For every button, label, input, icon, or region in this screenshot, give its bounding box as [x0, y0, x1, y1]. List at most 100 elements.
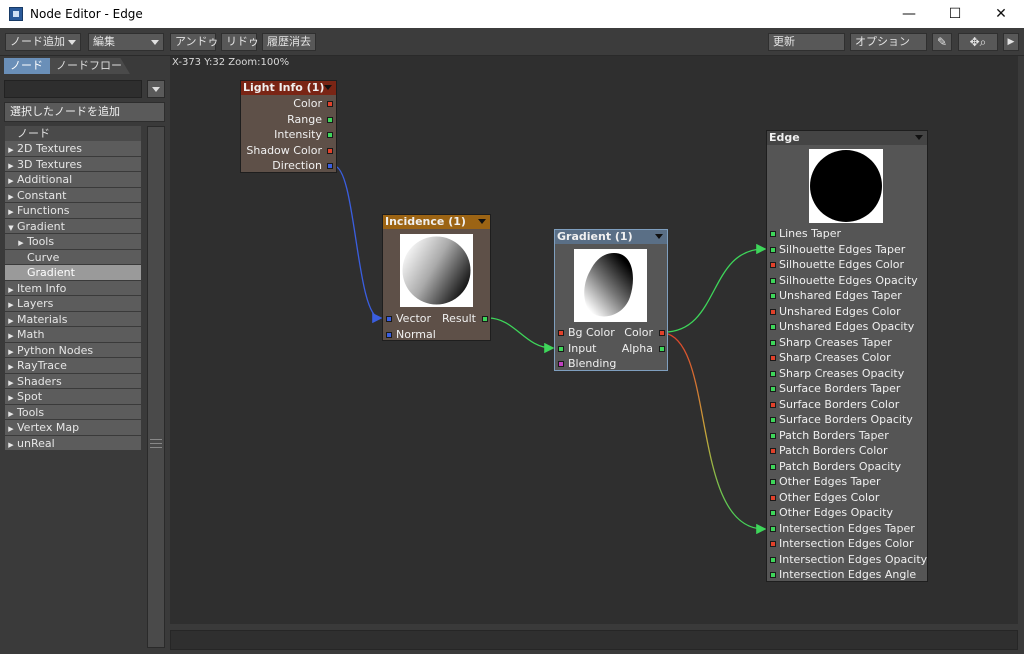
- undo-button[interactable]: アンドゥ: [170, 33, 219, 51]
- port-dot[interactable]: [770, 510, 776, 516]
- options-button[interactable]: オプション: [850, 33, 927, 51]
- port-dot[interactable]: [327, 101, 333, 107]
- port-dot[interactable]: [770, 293, 776, 299]
- tree-item[interactable]: Gradient: [5, 265, 141, 281]
- port-output[interactable]: Direction: [241, 158, 336, 174]
- port-dot[interactable]: [770, 262, 776, 268]
- port-dot[interactable]: [770, 401, 776, 408]
- zoom-icon[interactable]: ⌕: [980, 35, 987, 49]
- port-dot-color[interactable]: [659, 330, 665, 336]
- port-dot[interactable]: [770, 324, 776, 330]
- port-output[interactable]: Range: [241, 112, 336, 128]
- tree-item[interactable]: ▶ Constant: [5, 187, 141, 203]
- port-input[interactable]: Surface Borders Opacity: [767, 412, 927, 428]
- port-dot[interactable]: [770, 541, 776, 547]
- port-input[interactable]: Input Alpha: [555, 341, 667, 357]
- tree-scrollbar[interactable]: [147, 126, 165, 648]
- port-input[interactable]: Unshared Edges Taper: [767, 288, 927, 304]
- redo-button[interactable]: リドゥ: [221, 33, 259, 51]
- move-icon[interactable]: ✥: [970, 35, 980, 49]
- port-dot[interactable]: [770, 277, 776, 284]
- tree-item[interactable]: ▶ Layers: [5, 296, 141, 312]
- port-input[interactable]: Unshared Edges Opacity: [767, 319, 927, 335]
- light-info-node[interactable]: Light Info (1) Color Range Intensity Shadow…: [240, 80, 337, 173]
- port-input[interactable]: Patch Borders Taper: [767, 428, 927, 444]
- port-dot[interactable]: [770, 448, 776, 454]
- port-dot[interactable]: [770, 556, 776, 563]
- port-input[interactable]: Sharp Creases Taper: [767, 335, 927, 351]
- node-title[interactable]: Light Info (1): [241, 81, 336, 95]
- tree-item[interactable]: ▶ Tools: [5, 404, 141, 420]
- port-dot[interactable]: [386, 316, 392, 322]
- port-dot[interactable]: [770, 479, 776, 485]
- update-button[interactable]: 更新: [768, 33, 845, 51]
- port-dot[interactable]: [558, 345, 564, 352]
- port-dot[interactable]: [386, 331, 392, 338]
- node-search-input[interactable]: [4, 80, 142, 98]
- chevron-down-icon[interactable]: [915, 135, 923, 140]
- tree-item[interactable]: Curve: [5, 249, 141, 265]
- node-title[interactable]: Edge: [767, 131, 927, 145]
- port-input[interactable]: Other Edges Color: [767, 490, 927, 506]
- port-input[interactable]: Intersection Edges Opacity: [767, 552, 927, 568]
- port-input[interactable]: Patch Borders Color: [767, 443, 927, 459]
- port-input[interactable]: Silhouette Edges Opacity: [767, 273, 927, 289]
- incidence-node[interactable]: Incidence (1) Vector Result Normal: [382, 214, 491, 341]
- port-vector[interactable]: Vector Result: [383, 311, 490, 327]
- port-input[interactable]: Intersection Edges Color: [767, 536, 927, 552]
- port-dot[interactable]: [327, 163, 333, 169]
- port-dot[interactable]: [327, 132, 333, 138]
- port-input[interactable]: Sharp Creases Color: [767, 350, 927, 366]
- port-dot[interactable]: [770, 386, 776, 392]
- port-dot[interactable]: [327, 147, 333, 154]
- add-node-menu[interactable]: ノード追加: [5, 33, 81, 51]
- move-zoom-tools[interactable]: ✥⌕: [958, 33, 998, 51]
- play-icon[interactable]: ▶: [1003, 33, 1019, 51]
- port-dot[interactable]: [770, 246, 776, 253]
- port-dot-result[interactable]: [482, 316, 488, 322]
- port-input[interactable]: Unshared Edges Color: [767, 304, 927, 320]
- node-title[interactable]: Gradient (1): [555, 230, 667, 244]
- port-dot[interactable]: [558, 361, 564, 367]
- port-input[interactable]: Surface Borders Taper: [767, 381, 927, 397]
- chevron-down-icon[interactable]: [324, 85, 332, 90]
- maximize-button[interactable]: ☐: [932, 0, 978, 28]
- tab-nodes[interactable]: ノード: [4, 58, 50, 74]
- tree-item[interactable]: ▼ Gradient: [5, 218, 141, 234]
- tree-item[interactable]: ▶ Item Info: [5, 280, 141, 296]
- tree-item[interactable]: ▶ Functions: [5, 203, 141, 219]
- tree-item[interactable]: ▶ 3D Textures: [5, 156, 141, 172]
- port-dot[interactable]: [770, 494, 776, 501]
- edit-menu[interactable]: 編集: [88, 33, 164, 51]
- port-dot[interactable]: [558, 330, 564, 336]
- port-dot[interactable]: [770, 417, 776, 423]
- tree-item[interactable]: ▶ Python Nodes: [5, 342, 141, 358]
- gradient-node[interactable]: Gradient (1) Bg Color Color Input Alpha …: [554, 229, 668, 371]
- tree-item[interactable]: ▶ Materials: [5, 311, 141, 327]
- port-dot[interactable]: [770, 370, 776, 377]
- port-input[interactable]: Silhouette Edges Color: [767, 257, 927, 273]
- port-input[interactable]: Patch Borders Opacity: [767, 459, 927, 475]
- port-dot[interactable]: [770, 355, 776, 361]
- tree-item[interactable]: ▶ Math: [5, 327, 141, 343]
- search-dropdown-button[interactable]: [147, 80, 165, 98]
- tree-item[interactable]: ▶ Vertex Map: [5, 420, 141, 436]
- port-input[interactable]: Intersection Edges Taper: [767, 521, 927, 537]
- port-output[interactable]: Color: [241, 96, 336, 112]
- minimize-button[interactable]: —: [886, 0, 932, 28]
- port-blending[interactable]: Blending: [555, 356, 667, 372]
- tree-item[interactable]: ▶ Additional: [5, 172, 141, 188]
- port-dot[interactable]: [770, 463, 776, 470]
- tree-item[interactable]: ▶ 2D Textures: [5, 141, 141, 157]
- tab-node-flow[interactable]: ノードフロー: [50, 58, 130, 74]
- port-output[interactable]: Shadow Color: [241, 143, 336, 159]
- add-selected-node-button[interactable]: 選択したノードを追加: [4, 102, 165, 122]
- port-input[interactable]: Sharp Creases Opacity: [767, 366, 927, 382]
- port-input[interactable]: Other Edges Taper: [767, 474, 927, 490]
- port-normal[interactable]: Normal: [383, 327, 490, 343]
- port-output[interactable]: Intensity: [241, 127, 336, 143]
- edge-node[interactable]: Edge Lines Taper Silhouette Edges Taper Si…: [766, 130, 928, 582]
- brush-icon[interactable]: ✎: [932, 33, 952, 51]
- close-button[interactable]: ✕: [978, 0, 1024, 28]
- node-title[interactable]: Incidence (1): [383, 215, 490, 229]
